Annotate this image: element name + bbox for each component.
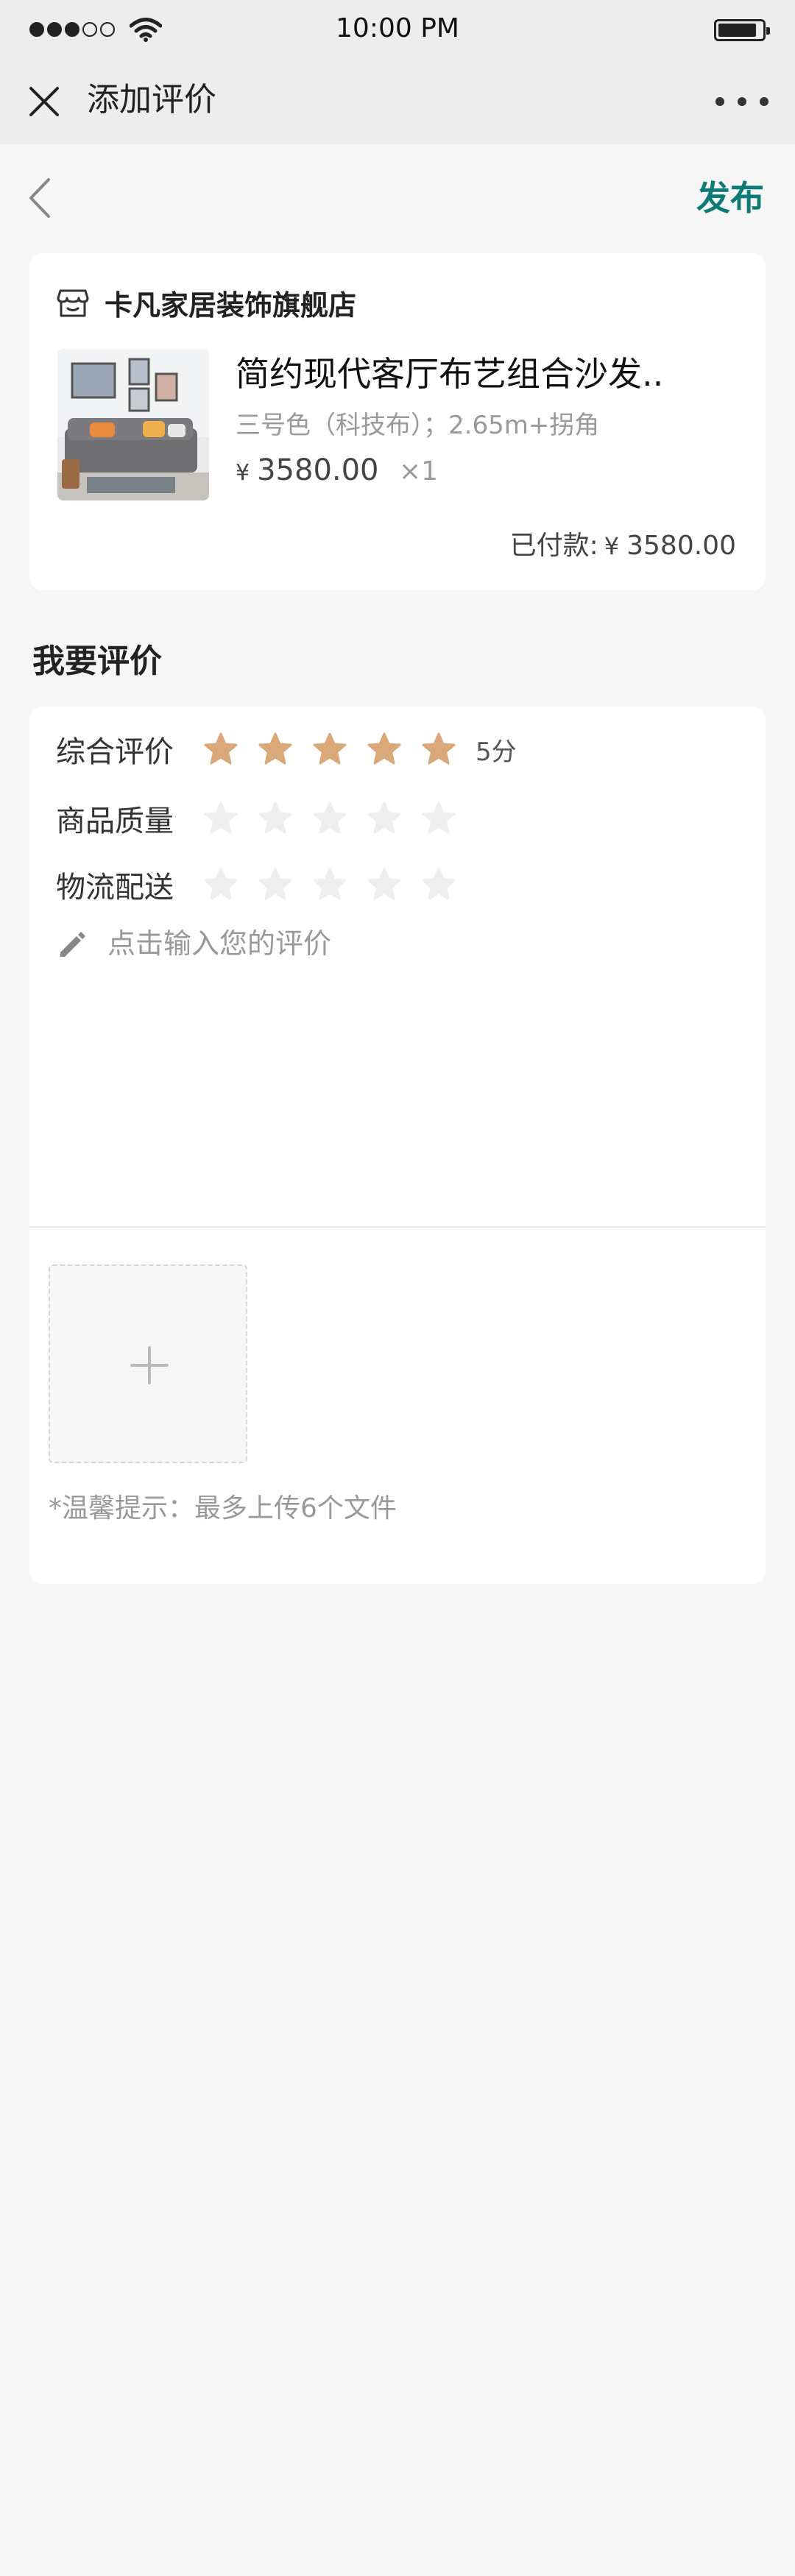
star-icon[interactable] xyxy=(312,867,347,902)
comment-input[interactable] xyxy=(107,927,696,960)
star-icon[interactable] xyxy=(421,732,456,767)
star-icon[interactable] xyxy=(203,801,239,836)
star-icon[interactable] xyxy=(203,867,239,902)
chevron-left-icon[interactable] xyxy=(22,174,59,222)
paid-amount: 3580.00 xyxy=(626,531,736,561)
star-icon[interactable] xyxy=(258,867,293,902)
star-rating-overall[interactable] xyxy=(203,732,456,767)
pencil-icon xyxy=(60,932,85,957)
sofa-photo xyxy=(57,349,209,500)
star-icon[interactable] xyxy=(367,867,402,902)
star-icon[interactable] xyxy=(312,801,347,836)
star-icon[interactable] xyxy=(367,801,402,836)
review-card: 综合评价 5分 商品质量 物流配送 *温馨提示：最多上传6个文件 xyxy=(29,707,766,1584)
page-title: 添加评价 xyxy=(87,81,216,118)
paid-amount-row: 已付款: ¥3580.00 xyxy=(510,524,736,562)
star-icon[interactable] xyxy=(203,732,239,767)
star-rating-quality[interactable] xyxy=(203,801,456,836)
price-symbol: ¥ xyxy=(236,460,250,486)
rating-row-overall: 综合评价 5分 xyxy=(56,727,517,771)
status-bar: 10:00 PM xyxy=(0,0,795,59)
close-icon[interactable] xyxy=(24,81,65,122)
shop-row[interactable]: 卡凡家居装饰旗舰店 xyxy=(56,283,356,323)
product-image[interactable] xyxy=(57,349,209,500)
title-bar: 添加评价 xyxy=(0,59,795,144)
review-section-title: 我要评价 xyxy=(32,643,162,680)
star-icon[interactable] xyxy=(421,867,456,902)
more-icon[interactable] xyxy=(716,85,768,118)
product-quantity: ×1 xyxy=(399,456,439,486)
plus-icon xyxy=(130,1346,169,1384)
product-price: ¥3580.00 xyxy=(236,453,379,487)
product-spec: 三号色（科技布）；2.65m+拐角 xyxy=(236,411,600,440)
upload-button[interactable] xyxy=(49,1264,247,1463)
product-title[interactable]: 简约现代客厅布艺组合沙发.. xyxy=(236,347,663,396)
rating-row-delivery: 物流配送 xyxy=(56,863,456,907)
star-icon[interactable] xyxy=(258,801,293,836)
rating-label: 商品质量 xyxy=(56,804,174,838)
star-icon[interactable] xyxy=(258,732,293,767)
star-icon[interactable] xyxy=(421,801,456,836)
rating-row-quality: 商品质量 xyxy=(56,796,456,841)
comment-row xyxy=(56,927,696,960)
publish-button[interactable]: 发布 xyxy=(696,172,764,224)
star-rating-delivery[interactable] xyxy=(203,867,456,902)
paid-symbol: ¥ xyxy=(604,532,620,560)
star-icon[interactable] xyxy=(367,732,402,767)
price-value: 3580.00 xyxy=(257,453,379,487)
paid-label: 已付款: xyxy=(509,531,598,561)
rating-label: 物流配送 xyxy=(56,871,174,905)
divider xyxy=(29,1226,766,1228)
shop-icon xyxy=(57,289,89,316)
status-time: 10:00 PM xyxy=(336,13,459,43)
rating-score: 5分 xyxy=(476,737,517,767)
battery-icon xyxy=(714,19,770,41)
order-card: 卡凡家居装饰旗舰店 简约现代客厅布艺组合沙发.. 三号色（科技布）；2.65m+… xyxy=(29,253,766,590)
shop-name: 卡凡家居装饰旗舰店 xyxy=(105,289,357,322)
rating-label: 综合评价 xyxy=(56,735,174,769)
upload-tip: *温馨提示：最多上传6个文件 xyxy=(49,1493,397,1524)
star-icon[interactable] xyxy=(312,732,347,767)
